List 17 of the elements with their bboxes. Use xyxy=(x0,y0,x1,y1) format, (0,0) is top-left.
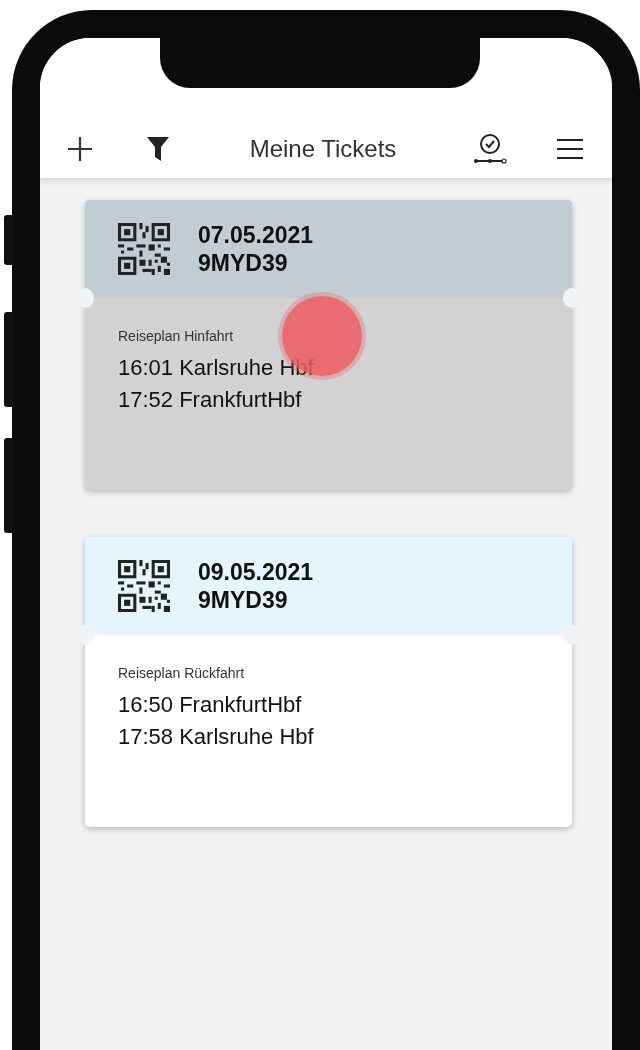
departure-stop: 16:50 FrankfurtHbf xyxy=(118,691,303,719)
filter-icon xyxy=(146,136,170,162)
booking-code: 9MYD39 xyxy=(198,249,289,277)
qr-code-icon xyxy=(118,560,170,612)
plus-icon xyxy=(66,135,94,163)
ticket-date: 09.05.2021 xyxy=(198,558,314,586)
menu-icon xyxy=(556,138,584,160)
ticket-date: 07.05.2021 xyxy=(198,221,314,249)
qr-code-icon xyxy=(118,223,170,275)
departure-stop: 16:01 Karlsruhe Hbf xyxy=(118,354,315,382)
booking-code: 9MYD39 xyxy=(198,586,289,614)
departure-stop: 17:58 Karlsruhe Hbf xyxy=(118,723,315,751)
itinerary-label: Reiseplan Rückfahrt xyxy=(118,665,246,681)
itinerary-label: Reiseplan Hinfahrt xyxy=(118,328,235,344)
clock-timeline-icon xyxy=(472,131,508,167)
departure-stop: 17:52 FrankfurtHbf xyxy=(118,386,303,414)
screen-title: Meine Tickets xyxy=(248,135,398,163)
